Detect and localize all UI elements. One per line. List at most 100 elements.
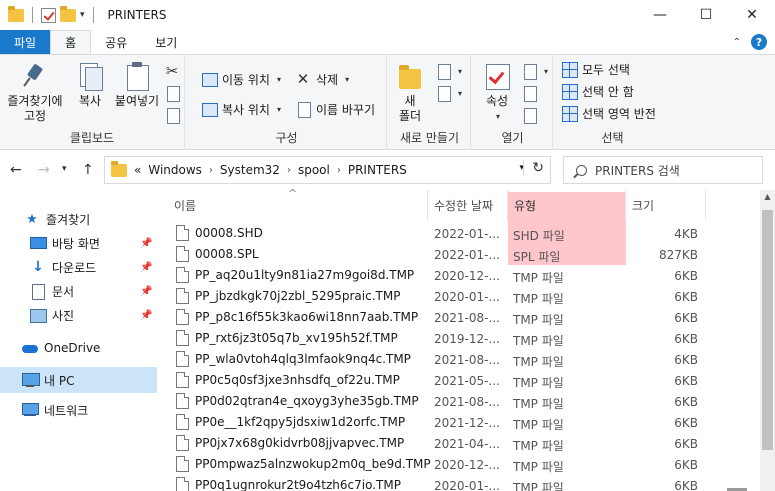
history-button[interactable] (521, 105, 537, 125)
minimize-button[interactable]: — (637, 0, 683, 30)
cut-button[interactable]: ✂ (164, 61, 180, 81)
pin-to-quick-access-button[interactable]: 즐겨찾기에 고정 (6, 61, 64, 124)
tab-home[interactable]: 홈 (50, 30, 92, 54)
file-row[interactable]: PP0e__1kf2qpy5jdsxiw1d2orfc.TMP 2021-12-.… (168, 412, 760, 433)
new-folder-quick-icon[interactable] (60, 5, 76, 22)
new-folder-button[interactable]: 새 폴더 (395, 61, 425, 124)
copy-to-label: 복사 위치 (222, 102, 270, 117)
scroll-thumb[interactable] (762, 210, 773, 450)
properties-button[interactable]: 속성 ▾ (479, 61, 515, 124)
nav-pictures[interactable]: 사진 📌 (0, 303, 157, 327)
nav-desktop[interactable]: 바탕 화면 📌 (0, 231, 157, 255)
file-type: SPL 파일 (513, 250, 561, 264)
file-row[interactable]: PP_rxt6jz3t05q7b_xv195h52f.TMP 2019-12-..… (168, 328, 760, 349)
file-name-cell: PP0e__1kf2qpy5jdsxiw1d2orfc.TMP (176, 414, 405, 430)
file-row[interactable]: PP0q1ugnrokur2t9o4tzh6c7io.TMP 2020-01-..… (168, 475, 760, 491)
delete-button[interactable]: ✕ 삭제 ▾ (295, 69, 349, 89)
column-header-size[interactable]: 크기 (626, 190, 706, 220)
file-icon (176, 372, 189, 388)
breadcrumb-windows[interactable]: Windows (148, 163, 202, 177)
new-folder-label: 새 폴더 (398, 94, 422, 123)
paste-shortcut-button[interactable] (164, 105, 180, 125)
column-header-name[interactable]: 이름 ^ (168, 187, 428, 220)
properties-quick-icon[interactable] (41, 7, 56, 23)
tab-file[interactable]: 파일 (0, 30, 51, 54)
tab-view[interactable]: 보기 (141, 30, 191, 54)
file-row[interactable]: PP0c5q0sf3jxe3nhsdfq_of22u.TMP 2021-05-..… (168, 370, 760, 391)
scroll-up-arrow[interactable]: ▲ (760, 192, 775, 206)
file-name: PP0d02qtran4e_qxoyg3yhe35gb.TMP (195, 394, 419, 408)
breadcrumb-system32[interactable]: System32 (220, 163, 280, 177)
file-name: 00008.SHD (195, 226, 263, 240)
paste-button[interactable]: 붙여넣기 (112, 61, 162, 109)
folder-icon (8, 5, 24, 22)
recent-locations-dropdown[interactable]: ▾ (62, 164, 67, 174)
vertical-scrollbar[interactable]: ▲ (760, 190, 775, 491)
customize-quick-access-dropdown[interactable]: ▾ (80, 10, 85, 20)
file-row[interactable]: PP_wla0vtoh4qlq3lmfaok9nq4c.TMP 2021-08-.… (168, 349, 760, 370)
select-all-button[interactable]: 모두 선택 (561, 59, 630, 79)
column-header-type[interactable]: 유형 (508, 190, 626, 220)
file-row[interactable]: PP0jx7x68g0kidvrb08jjvapvec.TMP 2021-04-.… (168, 433, 760, 454)
file-row[interactable]: PP0d02qtran4e_qxoyg3yhe35gb.TMP 2021-08-.… (168, 391, 760, 412)
nav-network-label: 네트워크 (44, 403, 89, 418)
refresh-button[interactable]: ↻ (523, 160, 544, 176)
file-row[interactable]: 00008.SPL 2022-01-... SPL 파일 827KB (168, 244, 760, 265)
file-name-cell: PP0c5q0sf3jxe3nhsdfq_of22u.TMP (176, 372, 400, 388)
help-icon[interactable]: ? (751, 34, 767, 50)
file-row[interactable]: PP_aq20u1lty9n81ia27m9goi8d.TMP 2020-12-.… (168, 265, 760, 286)
file-icon (176, 477, 189, 491)
nav-onedrive[interactable]: OneDrive (0, 336, 157, 360)
copy-button[interactable]: 복사 (72, 61, 108, 109)
file-row[interactable]: 00008.SHD 2022-01-... SHD 파일 4KB (168, 223, 760, 244)
delete-label: 삭제 (316, 72, 339, 87)
column-header-date[interactable]: 수정한 날짜 (428, 190, 508, 220)
select-none-button[interactable]: 선택 안 함 (561, 81, 634, 101)
file-size: 6KB (674, 269, 698, 283)
file-size: 6KB (674, 374, 698, 388)
copy-label: 복사 (78, 94, 102, 108)
breadcrumb-printers[interactable]: PRINTERS (348, 163, 407, 177)
file-icon (176, 330, 189, 346)
address-bar[interactable]: « Windows › System32 › spool › PRINTERS … (104, 156, 551, 184)
copy-path-button[interactable] (164, 83, 180, 103)
breadcrumb-spool[interactable]: spool (298, 163, 330, 177)
tab-share[interactable]: 공유 (91, 30, 141, 54)
edit-button[interactable] (521, 83, 537, 103)
ribbon-collapse-icon[interactable]: ⌃ (733, 37, 741, 48)
nav-quick-access[interactable]: ★ 즐겨찾기 (0, 207, 157, 231)
file-date: 2021-05-... (434, 374, 500, 388)
easy-access-button[interactable]: ▾ (435, 83, 462, 103)
new-item-button[interactable]: ▾ (435, 61, 462, 81)
ribbon-tabs: 파일 홈 공유 보기 ⌃ ? (0, 30, 775, 54)
organize-group-label: 구성 (275, 131, 298, 145)
pictures-icon (30, 308, 47, 323)
file-name: PP0mpwaz5alnzwokup2m0q_be9d.TMP (195, 457, 431, 471)
maximize-button[interactable]: ☐ (683, 0, 729, 30)
file-type: TMP 파일 (513, 334, 564, 348)
file-row[interactable]: PP0mpwaz5alnzwokup2m0q_be9d.TMP 2020-12-.… (168, 454, 760, 475)
file-row[interactable]: PP_p8c16f55k3kao6wi18nn7aab.TMP 2021-08-.… (168, 307, 760, 328)
nav-this-pc[interactable]: 내 PC (0, 367, 157, 393)
clipboard-group-label: 클립보드 (69, 131, 115, 145)
file-row[interactable]: PP_jbzdkgk70j2zbl_5295praic.TMP 2020-01-.… (168, 286, 760, 307)
back-button[interactable]: ← (10, 162, 22, 178)
invert-selection-button[interactable]: 선택 영역 반전 (561, 103, 656, 123)
rename-icon (295, 101, 311, 118)
search-placeholder: PRINTERS 검색 (595, 163, 680, 178)
nav-documents[interactable]: 문서 📌 (0, 279, 157, 303)
breadcrumb-overflow[interactable]: « (134, 163, 141, 177)
file-date: 2020-01-... (434, 479, 500, 491)
move-to-button[interactable]: 이동 위치 ▾ (201, 69, 281, 89)
rename-button[interactable]: 이름 바꾸기 (295, 99, 375, 119)
search-input[interactable]: PRINTERS 검색 (563, 156, 763, 184)
file-name: 00008.SPL (195, 247, 259, 261)
copy-to-button[interactable]: 복사 위치 ▾ (201, 99, 281, 119)
open-button[interactable]: ▾ (521, 61, 548, 81)
column-size-label: 크기 (632, 198, 655, 213)
nav-network[interactable]: 네트워크 (0, 398, 157, 422)
forward-button[interactable]: → (38, 162, 50, 178)
up-button[interactable]: ↑ (82, 162, 94, 178)
close-button[interactable]: ✕ (729, 0, 775, 30)
nav-downloads[interactable]: ↓ 다운로드 📌 (0, 255, 157, 279)
